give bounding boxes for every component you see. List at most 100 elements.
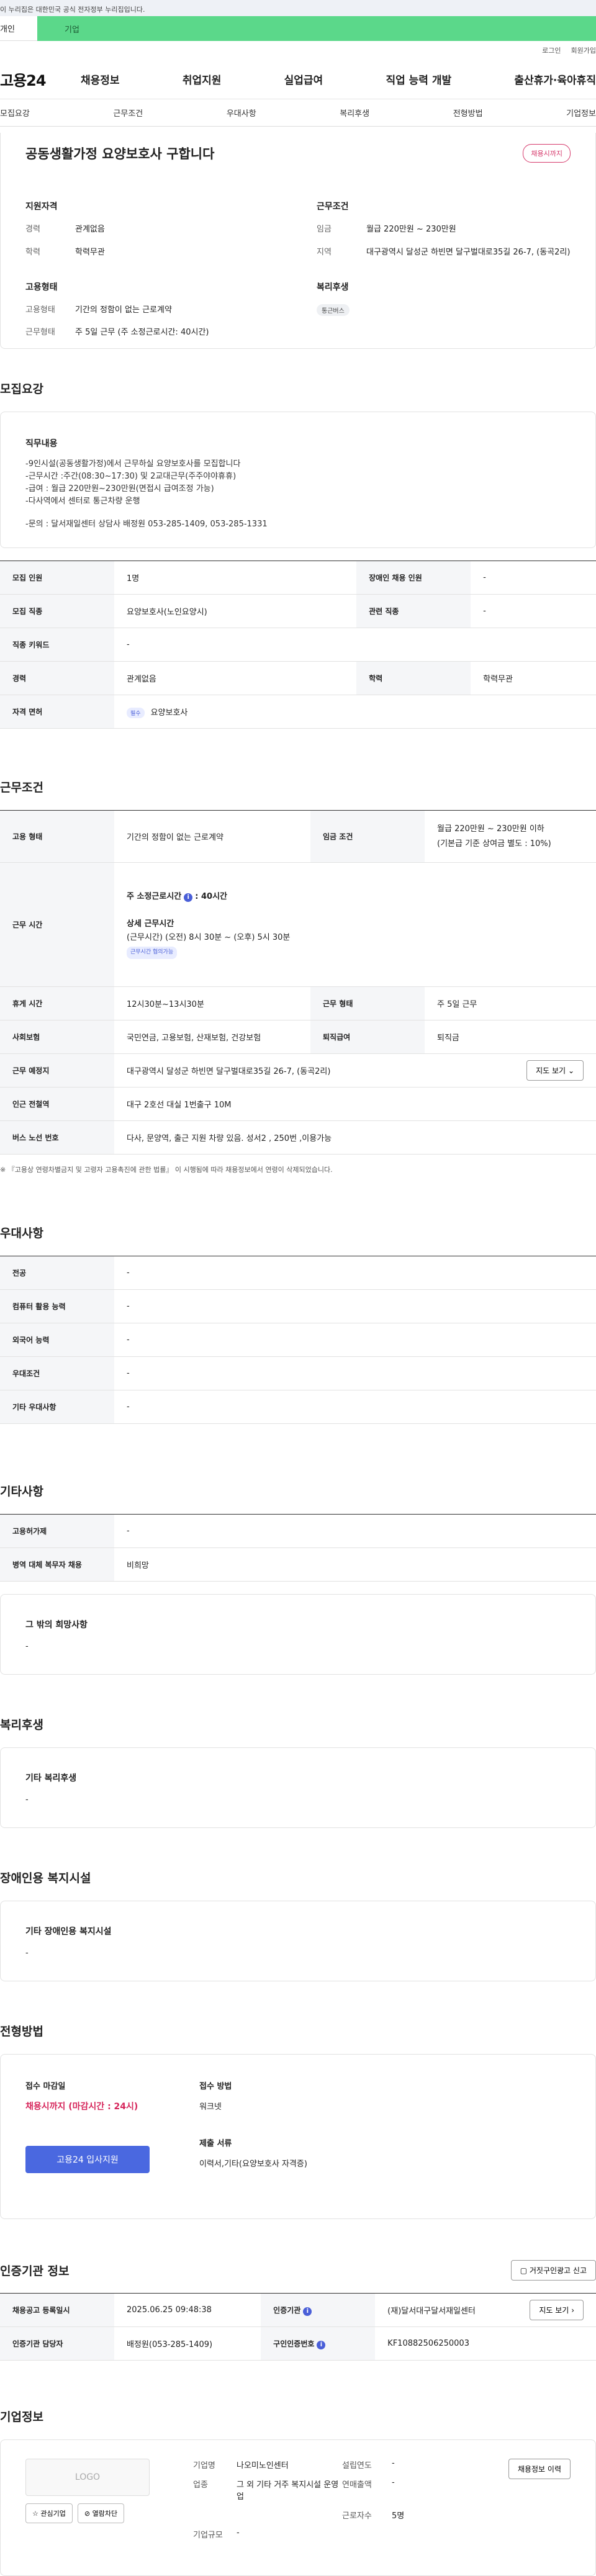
org-cell: (재)달서대구달서재일센터 지도 보기 ›	[375, 2293, 596, 2327]
wagecond-key: 임금 조건	[310, 810, 425, 863]
report-icon: ▢	[520, 2266, 528, 2275]
duty-line-1: -9인시설(공동생활가정)에서 근무하실 요양보호사를 모집합니다	[25, 459, 241, 469]
place-value: 대구광역시 달성군 하빈면 달구벌대로35길 26-7, (동곡2리)	[127, 1067, 331, 1076]
disabled-key: 장애인 채용 인원	[356, 561, 471, 595]
num-key-cell: 구인인증번호 i	[261, 2326, 376, 2361]
gnb-item-support[interactable]: 취업지원	[183, 71, 222, 87]
welfare-pill: 통근버스	[317, 304, 350, 316]
company-sales-value: -	[392, 2478, 395, 2487]
agency-title-row: 인증기관 정보 ▢ 거짓구인광고 신고	[0, 2260, 596, 2281]
anchor-work[interactable]: 근무조건	[113, 107, 143, 119]
prefcond-key: 우대조건	[0, 1356, 114, 1390]
subway-key: 인근 전철역	[0, 1087, 114, 1121]
anchor-company[interactable]: 기업정보	[566, 107, 596, 119]
info-icon[interactable]: i	[303, 2307, 312, 2316]
apply-card: 접수 마감일 채용시까지 (마감시간 : 24시) 고용24 입사지원 접수 방…	[0, 2054, 596, 2219]
signup-link[interactable]: 회원가입	[571, 45, 596, 55]
staff-key: 인증기관 담당자	[0, 2326, 114, 2361]
career-key-2: 경력	[0, 661, 114, 695]
chevron-down-icon: ⌄	[567, 1066, 574, 1075]
table-row: 경력 관계없음 학력 학력무관	[0, 661, 596, 695]
method-title: 접수 방법	[199, 2082, 232, 2091]
age-note: ※ 『고용상 연령차별금지 및 고령자 고용촉진에 관한 법률』 이 시행됨에 …	[0, 1166, 333, 1174]
deadline-value: 채용시까지 (마감시간 : 24시)	[25, 2102, 138, 2112]
edu-key-2: 학력	[356, 661, 471, 695]
count-value: 1명	[114, 561, 357, 595]
favorite-company-button[interactable]: ☆ 관심기업	[25, 2503, 73, 2523]
favorite-label: 관심기업	[40, 2510, 66, 2518]
workform-key: 근무형태	[25, 328, 55, 338]
related-key: 관련 직종	[356, 594, 471, 628]
prefetc-key: 기타 우대사항	[0, 1390, 114, 1424]
duty-title: 직무내용	[25, 439, 58, 449]
place-key: 근무 예정지	[0, 1053, 114, 1088]
retire-key: 퇴직급여	[310, 1020, 425, 1054]
tab-personal-label: 개인	[0, 25, 15, 34]
staff-value: 배정원(053-285-1409)	[114, 2326, 261, 2361]
keyword-key: 직종 키워드	[0, 628, 114, 662]
welfare-card: 기타 복리후생 -	[0, 1747, 596, 1828]
table-row: 우대조건 -	[0, 1356, 596, 1390]
hours-key: 근무 시간	[0, 862, 114, 987]
break-key: 휴게 시간	[0, 986, 114, 1020]
duty-line-6: -문의 : 달서재일센터 상담사 배정원 053-285-1409, 053-2…	[25, 519, 268, 529]
map-button-label: 지도 보기	[536, 1066, 566, 1075]
tab-personal[interactable]: 개인	[0, 16, 37, 41]
permit-value: -	[114, 1514, 596, 1548]
company-info: 기업명 나오미노인센터 설립연도 - 업종 그 외 기타 거주 복지시설 운영업…	[193, 2459, 404, 2557]
other-wish-value: -	[25, 1642, 29, 1651]
info-icon[interactable]: i	[184, 893, 193, 903]
deadline-badge: 채용시까지	[523, 144, 571, 163]
cond-title: 근무조건	[317, 202, 349, 212]
site-logo[interactable]: 고용24	[0, 68, 68, 90]
work-table: 고용 형태 기간의 정함이 없는 근로계약 임금 조건 월급 220만원 ~ 2…	[0, 810, 596, 1155]
gnb-item-leave[interactable]: 출산휴가·육아휴직	[514, 71, 596, 87]
license-cell: 필수 요양보호사	[114, 695, 596, 729]
computer-key: 컴퓨터 활용 능력	[0, 1289, 114, 1323]
gnb-item-training[interactable]: 직업 능력 개발	[386, 71, 451, 87]
agency-map-button[interactable]: 지도 보기 ›	[530, 2300, 584, 2320]
anchor-apply[interactable]: 전형방법	[453, 107, 483, 119]
license-required-tag: 필수	[127, 707, 145, 718]
area-value: 대구광역시 달성군 하빈면 달구벌대로35길 26-7, (동곡2리)	[366, 247, 571, 257]
company-card: LOGO ☆ 관심기업 ⊘ 열람차단 기업명 나오미노인센터 설립연도 - 업종…	[0, 2439, 596, 2576]
anchor-pref[interactable]: 우대사항	[227, 107, 256, 119]
report-button[interactable]: ▢ 거짓구인광고 신고	[510, 2260, 596, 2281]
company-year-key: 설립연도	[342, 2461, 372, 2470]
keyword-value: -	[114, 628, 596, 662]
emp-title: 고용형태	[25, 282, 58, 292]
edu-value: 학력무관	[75, 247, 105, 257]
apply-button[interactable]: 고용24 입사지원	[25, 2146, 150, 2173]
block-view-button[interactable]: ⊘ 열람차단	[77, 2503, 125, 2523]
wage-value: 월급 220만원 ~ 230만원	[366, 225, 456, 234]
table-row: 휴게 시간 12시30분~13시30분 근무 형태 주 5일 근무	[0, 986, 596, 1020]
company-sales-key: 연매출액	[342, 2480, 372, 2490]
disabled-card-title: 기타 장애인용 복지시설	[25, 1927, 112, 1937]
anchor-recruit[interactable]: 모집요강	[0, 107, 30, 119]
company-section-title: 기업정보	[0, 2410, 43, 2424]
top-links: 로그인 회원가입	[0, 41, 596, 60]
qual-title: 지원자격	[25, 202, 58, 212]
job-value: 요양보호사(노인요양시)	[114, 594, 357, 628]
login-link[interactable]: 로그인	[542, 45, 561, 55]
lang-key: 외국어 능력	[0, 1323, 114, 1357]
info-icon[interactable]: i	[317, 2340, 326, 2349]
num-key: 구인인증번호	[273, 2339, 315, 2348]
gov-banner-text: 이 누리집은 대한민국 공식 전자정부 누리집입니다.	[0, 6, 145, 14]
map-button[interactable]: 지도 보기 ⌄	[526, 1060, 584, 1081]
computer-value: -	[114, 1289, 596, 1323]
tab-company[interactable]: 기업	[37, 16, 596, 41]
form-key: 근무 형태	[310, 986, 425, 1020]
gnb-item-jobs[interactable]: 채용정보	[81, 71, 120, 87]
company-logo: LOGO	[25, 2459, 150, 2496]
num-value: KF10882506250003	[375, 2326, 596, 2361]
anchor-welfare[interactable]: 복리후생	[340, 107, 369, 119]
gnb-item-benefits[interactable]: 실업급여	[284, 71, 323, 87]
tab-company-label: 기업	[65, 25, 79, 35]
edu-value-2: 학력무관	[471, 661, 596, 695]
hours-cell: 주 소정근로시간 i: 40시간 상세 근무시간 (근무시간) (오전) 8시 3…	[114, 862, 596, 987]
job-history-button[interactable]: 채용정보 이력	[508, 2459, 571, 2479]
anchor-tabs: 모집요강 근무조건 우대사항 복리후생 전형방법 기업정보	[0, 99, 596, 127]
deadline-title: 접수 마감일	[25, 2082, 66, 2091]
table-row: 고용허가제 -	[0, 1514, 596, 1548]
